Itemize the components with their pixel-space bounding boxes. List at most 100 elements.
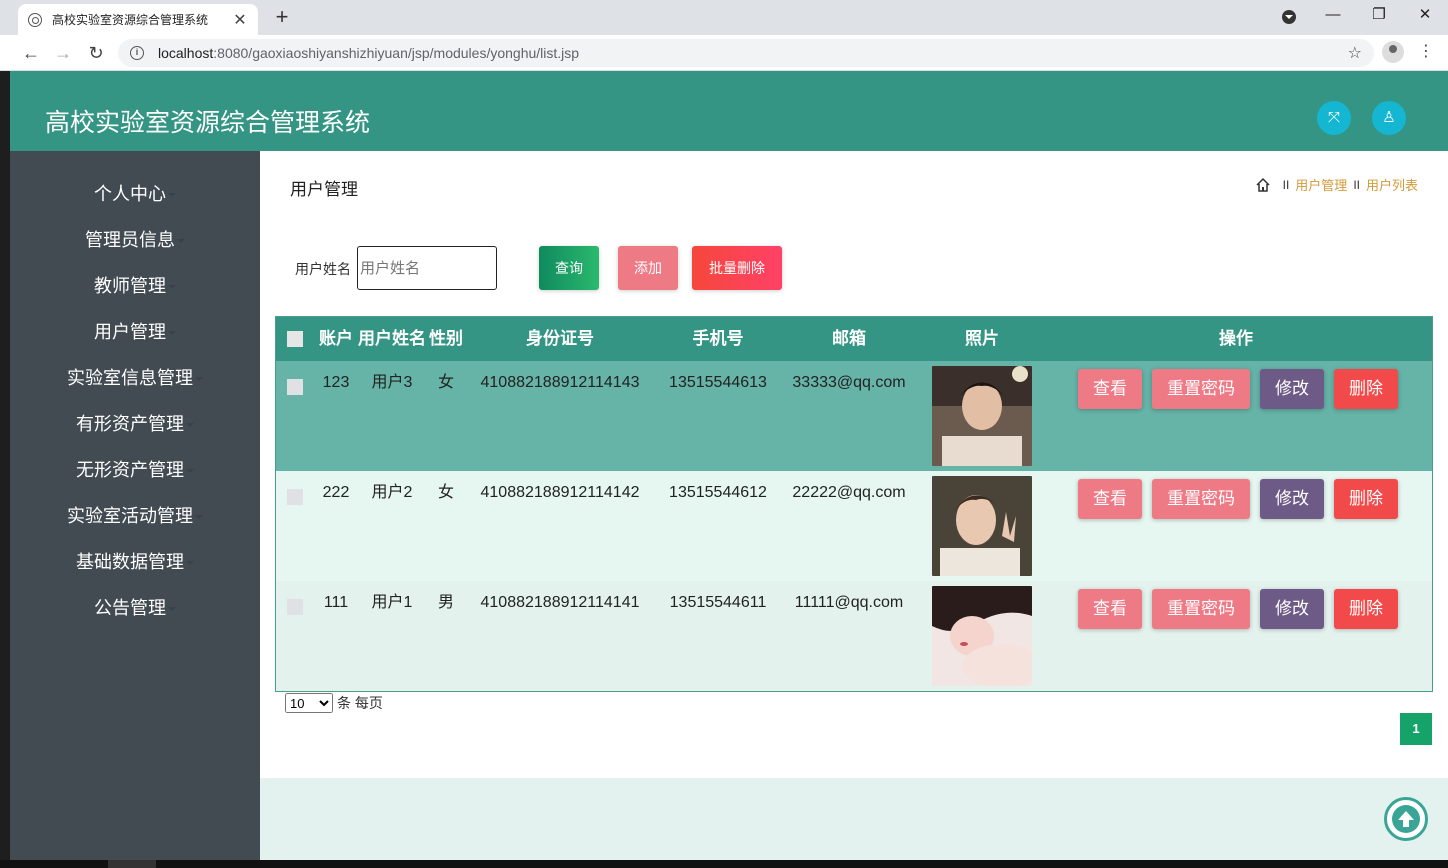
- sidebar-item-lab-activity[interactable]: 实验室活动管理: [10, 496, 260, 536]
- table-row[interactable]: 123 用户3 女 410882188912114143 13515544613…: [276, 361, 1432, 471]
- os-taskbar: [0, 860, 1448, 868]
- sidebar-item-admin-info[interactable]: 管理员信息: [10, 220, 260, 260]
- taskbar-app-button[interactable]: [108, 860, 156, 868]
- delete-button[interactable]: 删除: [1334, 369, 1398, 409]
- site-info-icon[interactable]: i: [130, 46, 144, 60]
- tab-close-icon[interactable]: ✕: [232, 10, 248, 30]
- reset-password-button[interactable]: 重置密码: [1152, 589, 1250, 629]
- user-photo[interactable]: [932, 366, 1032, 466]
- reload-button[interactable]: ↻: [83, 40, 109, 66]
- query-button[interactable]: 查询: [539, 246, 599, 290]
- page-number-button[interactable]: 1: [1400, 713, 1432, 745]
- cell-account: 123: [322, 374, 350, 391]
- fullscreen-icon[interactable]: ⤧: [1317, 101, 1351, 135]
- page-size-select[interactable]: 10: [285, 693, 333, 713]
- caret-down-icon: [168, 331, 176, 336]
- minimize-button[interactable]: —: [1318, 4, 1348, 26]
- cell-account: 222: [322, 484, 350, 501]
- delete-button[interactable]: 删除: [1334, 589, 1398, 629]
- col-actions: 操作: [1219, 329, 1253, 348]
- tab-search-icon[interactable]: [1282, 10, 1296, 24]
- table-row[interactable]: 222 用户2 女 410882188912114142 13515544612…: [276, 471, 1432, 581]
- browser-menu-icon[interactable]: ⋮: [1418, 40, 1434, 64]
- sidebar-item-label: 教师管理: [94, 276, 166, 296]
- forward-button[interactable]: →: [50, 40, 76, 66]
- user-table: 账户 用户姓名 性别 身份证号 手机号 邮箱 照片 操作 123 用户3 女 4…: [275, 316, 1433, 692]
- window-close-button[interactable]: ✕: [1410, 4, 1440, 26]
- caret-down-icon: [186, 423, 194, 428]
- row-checkbox[interactable]: [287, 489, 303, 505]
- table-row[interactable]: 111 用户1 男 410882188912114141 13515544611…: [276, 581, 1432, 691]
- view-button[interactable]: 查看: [1078, 369, 1142, 409]
- search-label: 用户姓名: [295, 261, 351, 277]
- cell-account: 111: [323, 594, 349, 611]
- breadcrumb-user-list[interactable]: 用户列表: [1366, 175, 1418, 194]
- col-phone: 手机号: [692, 329, 744, 348]
- sidebar-item-personal-center[interactable]: 个人中心: [10, 174, 260, 214]
- back-button[interactable]: ←: [18, 40, 44, 66]
- breadcrumb-separator: II: [1353, 177, 1360, 192]
- arrow-up-glyph: [1398, 811, 1414, 827]
- sidebar-item-base-data[interactable]: 基础数据管理: [10, 542, 260, 582]
- new-tab-button[interactable]: +: [270, 4, 294, 30]
- cell-name: 用户1: [371, 594, 413, 611]
- edit-button[interactable]: 修改: [1260, 369, 1324, 409]
- address-bar[interactable]: i localhost:8080/gaoxiaoshiyanshizhiyuan…: [118, 39, 1374, 67]
- caret-down-icon: [168, 193, 176, 198]
- row-checkbox[interactable]: [287, 599, 303, 615]
- delete-button[interactable]: 删除: [1334, 479, 1398, 519]
- reset-password-button[interactable]: 重置密码: [1152, 369, 1250, 409]
- profile-icon[interactable]: [1382, 41, 1404, 63]
- view-button[interactable]: 查看: [1078, 589, 1142, 629]
- sidebar-item-tangible-assets[interactable]: 有形资产管理: [10, 404, 260, 444]
- home-icon[interactable]: [1255, 177, 1271, 193]
- user-icon[interactable]: ♙: [1372, 101, 1406, 135]
- bookmark-star-icon[interactable]: ☆: [1348, 43, 1362, 63]
- breadcrumb: II 用户管理 II 用户列表: [1255, 175, 1418, 194]
- sidebar-item-label: 管理员信息: [85, 230, 175, 250]
- sidebar-item-intangible-assets[interactable]: 无形资产管理: [10, 450, 260, 490]
- sidebar-item-label: 实验室活动管理: [67, 506, 193, 526]
- breadcrumb-separator: II: [1282, 177, 1290, 192]
- caret-down-icon: [177, 239, 185, 244]
- cell-phone: 13515544613: [669, 374, 767, 391]
- col-photo: 照片: [965, 329, 999, 348]
- back-to-top-button[interactable]: [1384, 797, 1428, 841]
- sidebar-item-lab-info[interactable]: 实验室信息管理: [10, 358, 260, 398]
- tab-title: 高校实验室资源综合管理系统: [52, 13, 209, 27]
- browser-tab[interactable]: 高校实验室资源综合管理系统 ✕: [18, 4, 258, 35]
- row-checkbox[interactable]: [287, 379, 303, 395]
- sidebar-item-label: 个人中心: [94, 184, 166, 204]
- sidebar-item-teacher[interactable]: 教师管理: [10, 266, 260, 306]
- view-button[interactable]: 查看: [1078, 479, 1142, 519]
- page-title: 用户管理: [290, 180, 358, 199]
- cell-name: 用户3: [371, 374, 413, 391]
- sidebar-item-label: 基础数据管理: [76, 552, 184, 572]
- cell-email: 11111@qq.com: [794, 594, 904, 611]
- add-button[interactable]: 添加: [618, 246, 678, 290]
- cell-gender: 女: [437, 374, 454, 391]
- sidebar: 个人中心 管理员信息 教师管理 用户管理 实验室信息管理 有形资产管理 无形资产…: [10, 151, 260, 860]
- breadcrumb-user-manage[interactable]: 用户管理: [1295, 175, 1347, 194]
- sidebar-item-notice[interactable]: 公告管理: [10, 588, 260, 628]
- select-all-checkbox[interactable]: [287, 331, 303, 347]
- caret-down-icon: [168, 285, 176, 290]
- app-root: 高校实验室资源综合管理系统 ⤧ ♙ 个人中心 管理员信息 教师管理 用户管理 实…: [10, 71, 1448, 860]
- url-text[interactable]: localhost:8080/gaoxiaoshiyanshizhiyuan/j…: [158, 45, 1348, 61]
- cell-phone: 13515544612: [669, 484, 767, 501]
- batch-delete-button[interactable]: 批量删除: [692, 246, 782, 290]
- edit-button[interactable]: 修改: [1260, 479, 1324, 519]
- caret-down-icon: [186, 561, 194, 566]
- sidebar-item-label: 有形资产管理: [76, 414, 184, 434]
- edit-button[interactable]: 修改: [1260, 589, 1324, 629]
- table-header: 账户 用户姓名 性别 身份证号 手机号 邮箱 照片 操作: [276, 317, 1432, 361]
- search-input[interactable]: [357, 246, 497, 290]
- col-account: 账户: [319, 329, 353, 348]
- user-photo[interactable]: [932, 586, 1032, 686]
- cell-id-card: 410882188912114141: [480, 594, 640, 611]
- reset-password-button[interactable]: 重置密码: [1152, 479, 1250, 519]
- cell-name: 用户2: [371, 484, 413, 501]
- user-photo[interactable]: [932, 476, 1032, 576]
- restore-button[interactable]: ❐: [1364, 4, 1394, 26]
- sidebar-item-user[interactable]: 用户管理: [10, 312, 260, 352]
